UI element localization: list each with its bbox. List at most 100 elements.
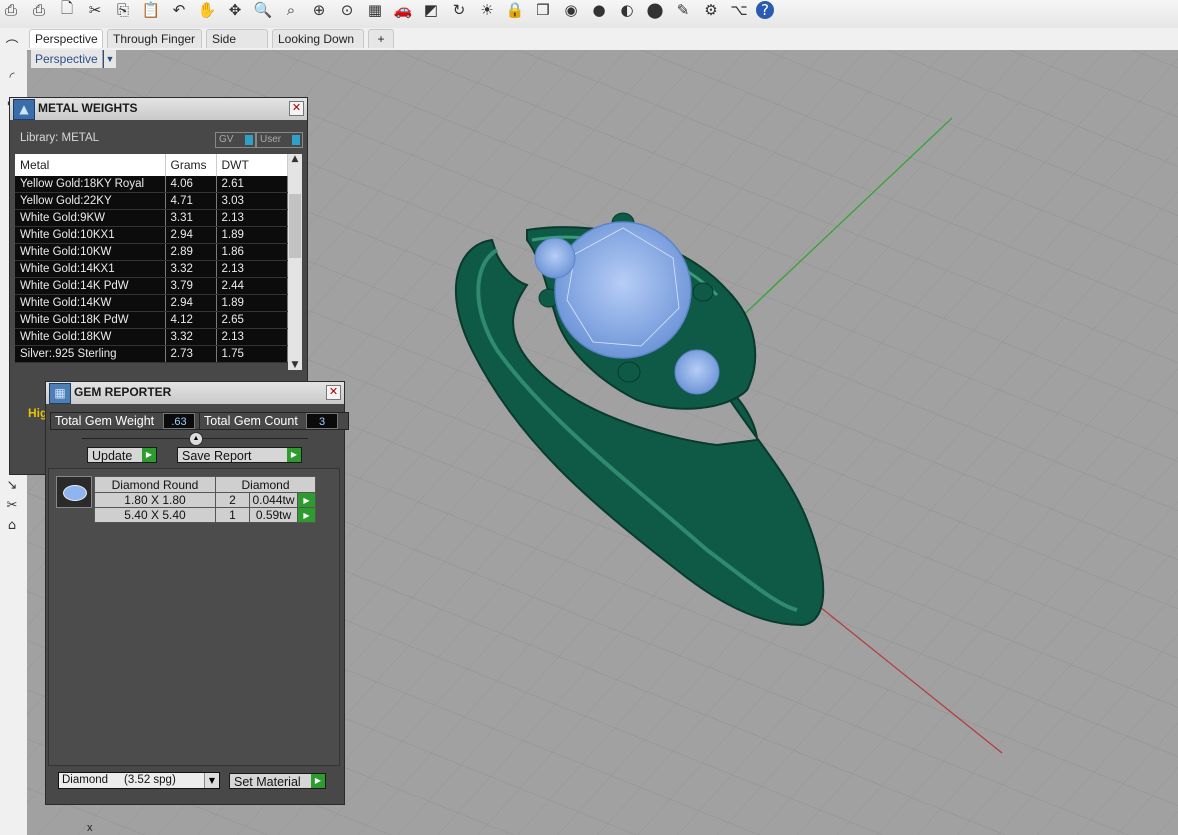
layer-icon[interactable]: ❒ (532, 0, 554, 20)
column-header-metal[interactable]: Metal (15, 154, 166, 176)
table-row[interactable]: 1.80 X 1.80 2 0.044tw ▶ (94, 492, 316, 508)
rotate-icon[interactable]: ↻ (448, 0, 470, 20)
fillet-tool-icon[interactable]: ↘ (2, 478, 22, 496)
print-icon[interactable]: ⎙ (0, 0, 22, 20)
wand-icon[interactable]: ✎ (672, 0, 694, 20)
table-row[interactable]: White Gold:14KX1 3.32 2.13 (15, 260, 288, 278)
collapse-handle[interactable]: ▲ (189, 432, 203, 446)
color-wheel-icon[interactable]: ◉ (560, 0, 582, 20)
grams-cell: 4.12 (165, 311, 217, 329)
metal-table: Metal Grams DWT Yellow Gold:18KY Royal 4.… (15, 154, 288, 363)
undo-icon[interactable]: ↶ (168, 0, 190, 20)
gear-icon[interactable]: ⚙ (700, 0, 722, 20)
viewport-menu-arrow[interactable]: ▼ (103, 50, 116, 68)
column-header-grams[interactable]: Grams (165, 154, 217, 176)
gem-list-area: Diamond Round Diamond 1.80 X 1.80 2 0.044t… (48, 468, 340, 766)
grams-cell: 3.31 (165, 209, 217, 227)
scroll-thumb[interactable] (289, 194, 301, 258)
metal-weights-title: METAL WEIGHTS (38, 101, 138, 115)
select-gem-arrow-icon[interactable]: ▶ (297, 492, 316, 508)
main-toolbar: ⎙ ⎙ 🗋 ✂ ⎘ 📋 ↶ ✋ ✥ 🔍 ⌕ ⊕ ⊙ ▦ 🚗 ◩ ↻ ☀ 🔒 ❒ ◉ ● ◐ ⬤ ✎ ⚙ ⌥? (0, 0, 1178, 28)
material-select[interactable]: Diamond (3.52 spg) ▼ (58, 772, 220, 789)
tab-side-view[interactable]: Side View (206, 29, 268, 65)
gem-weight-cell: 0.044tw (249, 492, 298, 508)
table-row[interactable]: White Gold:10KW 2.89 1.86 (15, 243, 288, 261)
scroll-up-icon[interactable]: ▲ (288, 154, 302, 164)
dwt-cell: 1.89 (216, 294, 288, 312)
sphere-blue-icon[interactable]: ⬤ (644, 0, 666, 20)
zoom-window-icon[interactable]: ⌕ (280, 0, 302, 20)
gem-shape-header: Diamond Round (94, 476, 216, 493)
side-diamond-left[interactable] (534, 237, 576, 279)
light-icon[interactable]: ☀ (476, 0, 498, 20)
metal-weights-titlebar[interactable]: ▲ METAL WEIGHTS ✕ (10, 98, 307, 120)
zoom-selected-icon[interactable]: ⊙ (336, 0, 358, 20)
table-row[interactable]: Yellow Gold:18KY Royal 4.06 2.61 (15, 176, 288, 193)
gem-weight-cell: 0.59tw (249, 507, 298, 523)
shade-icon[interactable]: ◩ (420, 0, 442, 20)
column-header-dwt[interactable]: DWT (216, 154, 288, 176)
close-icon[interactable]: ✕ (289, 101, 304, 116)
gem-reporter-title: GEM REPORTER (74, 385, 172, 399)
metal-table-scrollbar[interactable]: ▲ ▼ (288, 154, 302, 370)
scroll-down-icon[interactable]: ▼ (288, 360, 302, 370)
metal-weights-icon: ▲ (13, 99, 35, 120)
car-icon[interactable]: 🚗 (392, 0, 414, 20)
axis-x-label: x (87, 822, 93, 834)
tab-through-finger[interactable]: Through Finger (107, 29, 202, 48)
trim-tool-icon[interactable]: ✂ (2, 498, 22, 516)
paste-icon[interactable]: 📋 (140, 0, 162, 20)
gem-reporter-panel: ▦ GEM REPORTER ✕ Total Gem Weight .63 To… (45, 381, 349, 805)
table-row[interactable]: White Gold:10KX1 2.94 1.89 (15, 226, 288, 244)
table-row[interactable]: White Gold:18KW 3.32 2.13 (15, 328, 288, 346)
select-gem-arrow-icon[interactable]: ▶ (297, 507, 316, 523)
table-row[interactable]: White Gold:9KW 3.31 2.13 (15, 209, 288, 227)
gem-size-cell: 1.80 X 1.80 (94, 492, 216, 508)
dwt-cell: 2.13 (216, 209, 288, 227)
material-select-value: Diamond (3.52 spg) (62, 774, 176, 786)
table-row[interactable]: White Gold:14KW 2.94 1.89 (15, 294, 288, 312)
gv-toggle[interactable]: GV (215, 132, 256, 148)
side-diamond-right[interactable] (674, 349, 720, 395)
table-row[interactable]: White Gold:18K PdW 4.12 2.65 (15, 311, 288, 329)
add-tab-button[interactable]: + (368, 29, 394, 48)
curve-tool-icon[interactable]: ⌒ (2, 36, 22, 55)
grams-cell: 2.89 (165, 243, 217, 261)
set-material-button[interactable]: Set Material ▶ (229, 773, 326, 789)
center-diamond[interactable] (554, 221, 692, 359)
grams-cell: 2.73 (165, 345, 217, 363)
tab-looking-down[interactable]: Looking Down (272, 29, 364, 48)
sphere-ghost-icon[interactable]: ◐ (616, 0, 638, 20)
new-file-icon[interactable]: 🗋 (56, 0, 78, 20)
lock-icon[interactable]: 🔒 (504, 0, 526, 20)
zoom-extents-icon[interactable]: ⊕ (308, 0, 330, 20)
tree-icon[interactable]: ⌥ (728, 0, 750, 20)
table-row[interactable]: Silver:.925 Sterling 2.73 1.75 (15, 345, 288, 363)
move-view-icon[interactable]: ✥ (224, 0, 246, 20)
table-row[interactable]: 5.40 X 5.40 1 0.59tw ▶ (94, 507, 316, 523)
gem-size-cell: 5.40 X 5.40 (94, 507, 216, 523)
viewport-label[interactable]: Perspective (31, 50, 102, 68)
gem-reporter-titlebar[interactable]: ▦ GEM REPORTER ✕ (46, 382, 344, 404)
sphere-render-icon[interactable]: ● (588, 0, 610, 20)
print-icon[interactable]: ⎙ (28, 0, 50, 20)
knife-tool-icon[interactable]: ⌂ (2, 518, 22, 536)
table-row[interactable]: Yellow Gold:22KY 4.71 3.03 (15, 192, 288, 210)
save-report-button[interactable]: Save Report ▶ (177, 447, 302, 463)
close-icon[interactable]: ✕ (326, 385, 341, 400)
help-icon[interactable]: ? (756, 1, 774, 19)
user-toggle[interactable]: User (256, 132, 303, 148)
metal-name-cell: White Gold:9KW (15, 209, 166, 227)
pan-hand-icon[interactable]: ✋ (196, 0, 218, 20)
grams-cell: 4.06 (165, 176, 217, 193)
copy-icon[interactable]: ⎘ (112, 0, 134, 20)
dwt-cell: 1.89 (216, 226, 288, 244)
cut-icon[interactable]: ✂ (84, 0, 106, 20)
grid-icon[interactable]: ▦ (364, 0, 386, 20)
update-button[interactable]: Update ▶ (87, 447, 157, 463)
arc-tool-icon[interactable]: ◜ (2, 70, 22, 88)
zoom-icon[interactable]: 🔍 (252, 0, 274, 20)
table-row[interactable]: White Gold:14K PdW 3.79 2.44 (15, 277, 288, 295)
chevron-down-icon[interactable]: ▼ (204, 773, 219, 788)
tab-perspective[interactable]: Perspective (29, 29, 103, 48)
